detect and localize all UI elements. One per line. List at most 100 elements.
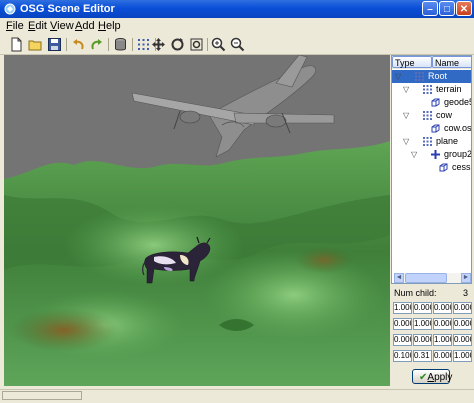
scroll-left-arrow-icon[interactable]: ◄ xyxy=(394,273,404,283)
rotate-icon xyxy=(171,38,184,51)
menu-edit[interactable]: Edit xyxy=(28,20,47,32)
move-icon xyxy=(152,38,165,51)
toolbar-separator xyxy=(132,38,133,51)
maximize-button[interactable]: □ xyxy=(439,1,455,16)
fit-view-button[interactable] xyxy=(188,36,205,53)
open-folder-icon xyxy=(28,40,42,51)
terrain-brown-patch xyxy=(9,308,119,352)
group-node-icon xyxy=(423,137,432,146)
menu-help-mnemonic: H xyxy=(98,20,106,32)
geode-icon xyxy=(431,124,440,133)
matrix-cell-input[interactable]: 1.000 xyxy=(453,350,472,362)
transform-icon xyxy=(431,150,440,159)
tree-node-label: terrain xyxy=(436,84,462,94)
tree-node[interactable]: cow.osg xyxy=(392,122,471,135)
toolbar-separator xyxy=(207,38,208,51)
num-children-label: Num child: xyxy=(394,288,437,298)
grid-icon xyxy=(138,39,149,50)
tree-node-label: geode5 xyxy=(444,97,472,107)
matrix-cell-input[interactable]: 0.100 xyxy=(393,350,412,362)
zoom-out-icon xyxy=(230,37,245,52)
menu-help-label: elp xyxy=(105,20,121,32)
matrix-cell-input[interactable]: 0.000 xyxy=(433,350,452,362)
tree-column-name[interactable]: Name xyxy=(432,56,471,68)
tree-expander-icon[interactable]: ▽ xyxy=(403,135,409,148)
tree-horizontal-scrollbar[interactable]: ◄ ► xyxy=(394,273,471,283)
zoom-in-button[interactable] xyxy=(210,36,227,53)
save-icon xyxy=(48,38,61,51)
new-file-icon xyxy=(11,37,22,52)
tree-expander-icon[interactable]: ▽ xyxy=(411,148,417,161)
tree-expander-icon[interactable]: ▽ xyxy=(395,70,401,83)
matrix-cell-input[interactable]: 0.000 xyxy=(453,302,472,314)
toolbar xyxy=(0,35,474,55)
matrix-cell-input[interactable]: 0.31 xyxy=(413,350,432,362)
matrix-cell-input[interactable]: 1.000 xyxy=(413,318,432,330)
apply-button[interactable]: ✔Apply xyxy=(412,369,453,384)
menu-view-label: iew xyxy=(57,20,74,32)
scene-viewport[interactable] xyxy=(4,55,390,386)
scroll-thumb[interactable] xyxy=(405,273,447,283)
matrix-cell-input[interactable]: 0.000 xyxy=(393,334,412,346)
undo-button[interactable] xyxy=(70,36,87,53)
menu-add[interactable]: Add xyxy=(75,20,95,32)
tree-expander-icon[interactable]: ▽ xyxy=(403,109,409,122)
matrix-cell-input[interactable]: 0.000 xyxy=(413,302,432,314)
move-button[interactable] xyxy=(150,36,167,53)
tree-node[interactable]: ▽ Root xyxy=(392,70,471,83)
minimize-button[interactable]: – xyxy=(422,1,438,16)
zoom-out-button[interactable] xyxy=(229,36,246,53)
matrix-cell-input[interactable]: 1.000 xyxy=(433,334,452,346)
matrix-cell-input[interactable]: 0.000 xyxy=(453,318,472,330)
database-icon xyxy=(115,38,126,51)
rotate-button[interactable] xyxy=(169,36,186,53)
matrix-cell-input[interactable]: 0.000 xyxy=(413,334,432,346)
menu-view[interactable]: View xyxy=(50,20,74,32)
tree-node-label: plane xyxy=(436,136,459,146)
window-title: OSG Scene Editor xyxy=(20,3,115,15)
group-node-icon xyxy=(423,85,432,94)
terrain-brown-patch xyxy=(294,246,354,274)
menu-help[interactable]: Help xyxy=(98,20,121,32)
toolbar-separator xyxy=(66,38,67,51)
fit-view-icon xyxy=(190,38,203,51)
matrix-cell-input[interactable]: 0.000 xyxy=(453,334,472,346)
apply-label: pply xyxy=(434,372,453,383)
tree-node[interactable]: geode5 xyxy=(392,96,472,109)
menu-file[interactable]: File xyxy=(6,20,24,32)
scene-tree[interactable]: Type Name ▽ Root ▽ terrain geode5 ▽ cow cow.osg… xyxy=(391,55,472,284)
num-children-value: 3 xyxy=(462,288,468,298)
group-node-icon xyxy=(423,111,432,120)
zoom-in-icon xyxy=(211,37,226,52)
matrix-cell-input[interactable]: 0.000 xyxy=(433,302,452,314)
close-button[interactable]: ✕ xyxy=(456,1,472,16)
tree-node[interactable]: ▽ plane xyxy=(392,135,471,148)
tree-node-label: cessna.osg xyxy=(452,162,471,172)
status-field xyxy=(2,391,82,400)
tree-node-label: cow xyxy=(436,110,453,120)
matrix-cell-input[interactable]: 0.000 xyxy=(433,318,452,330)
undo-icon xyxy=(73,39,84,50)
save-button[interactable] xyxy=(46,36,63,53)
app-icon xyxy=(4,3,16,15)
redo-icon xyxy=(91,39,102,50)
database-button[interactable] xyxy=(112,36,129,53)
new-file-button[interactable] xyxy=(8,36,25,53)
tree-expander-icon[interactable]: ▽ xyxy=(403,83,409,96)
scroll-right-arrow-icon[interactable]: ► xyxy=(461,273,471,283)
open-folder-button[interactable] xyxy=(27,36,44,53)
matrix-cell-input[interactable]: 1.000 xyxy=(393,302,412,314)
tree-column-type[interactable]: Type xyxy=(392,56,432,68)
tree-node[interactable]: ▽ cow xyxy=(392,109,471,122)
tree-node[interactable]: cessna.osg xyxy=(392,161,471,174)
matrix-cell-input[interactable]: 0.000 xyxy=(393,318,412,330)
menu-edit-label: dit xyxy=(35,20,47,32)
redo-button[interactable] xyxy=(88,36,105,53)
tree-node[interactable]: ▽ terrain xyxy=(392,83,471,96)
tree-header: Type Name xyxy=(392,56,471,69)
title-bar: OSG Scene Editor – □ ✕ xyxy=(0,0,474,18)
tree-node[interactable]: ▽ group2 xyxy=(392,148,471,161)
menu-file-label: ile xyxy=(12,20,24,32)
status-bar xyxy=(0,389,474,403)
geode-icon xyxy=(431,98,440,107)
